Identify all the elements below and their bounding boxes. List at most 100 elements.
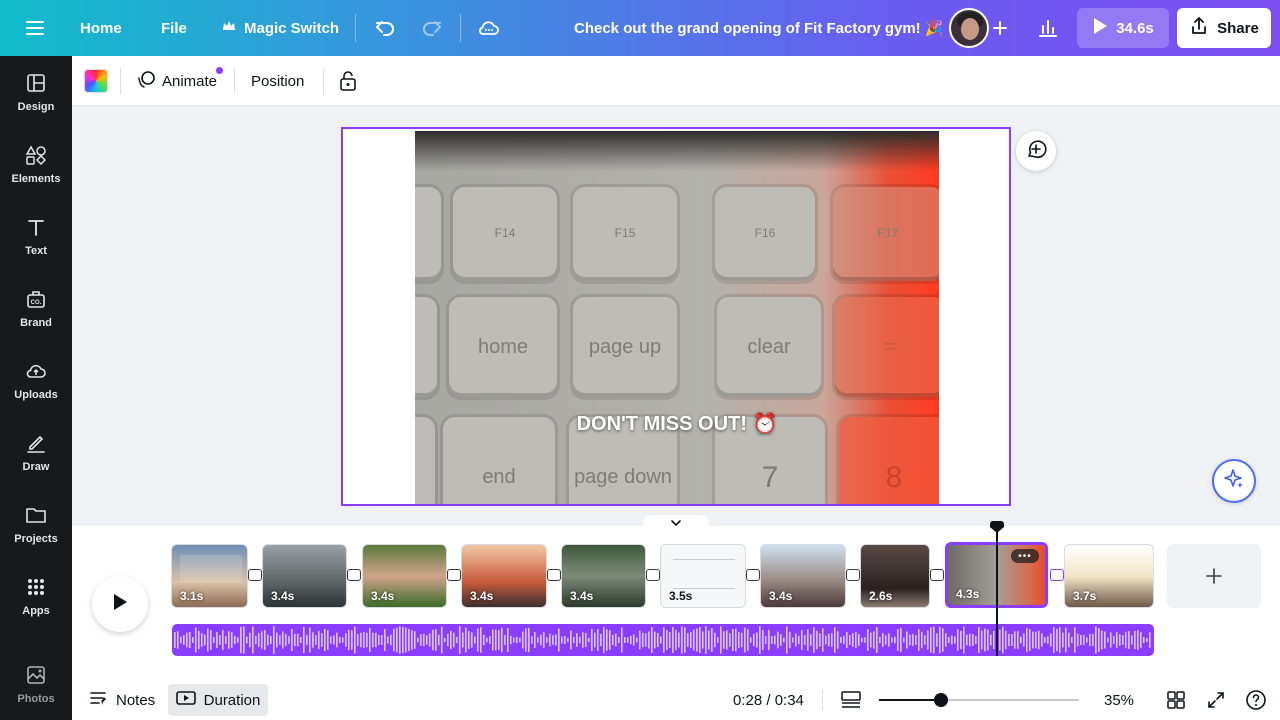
duration-icon <box>175 690 196 710</box>
timeline-clip[interactable]: 3.4s <box>262 544 347 608</box>
animate-button[interactable]: Animate <box>136 56 217 106</box>
timeline-clip[interactable]: 2.6s <box>860 544 930 608</box>
transition-icon[interactable] <box>447 569 461 581</box>
magic-switch-button[interactable]: Magic Switch <box>222 0 339 56</box>
help-icon[interactable] <box>1245 684 1267 716</box>
share-icon <box>1189 16 1209 40</box>
play-icon <box>1092 17 1108 39</box>
transition-icon[interactable] <box>646 569 660 581</box>
duration-label: Duration <box>203 691 261 709</box>
photos-icon <box>25 664 47 689</box>
transition-icon[interactable] <box>347 569 361 581</box>
view-layout-icon[interactable] <box>840 684 862 716</box>
keyboard-key <box>415 297 437 397</box>
design-title[interactable]: Check out the grand opening of Fit Facto… <box>574 0 944 56</box>
file-menu-button[interactable]: File <box>161 0 187 56</box>
sidebar: Design Elements Text CO. Brand Uploads D… <box>0 56 72 720</box>
transition-icon[interactable] <box>746 569 760 581</box>
fullscreen-icon[interactable] <box>1206 684 1226 716</box>
color-picker-button[interactable] <box>84 69 108 93</box>
home-button[interactable]: Home <box>80 0 122 56</box>
present-play-button[interactable]: 34.6s <box>1077 8 1169 48</box>
menu-icon[interactable] <box>24 0 46 56</box>
playback-time: 0:28 / 0:34 <box>733 691 804 709</box>
timeline-clip[interactable]: 3.4s <box>362 544 447 608</box>
transition-icon[interactable] <box>846 569 860 581</box>
keyboard-key-f17: F17 <box>833 187 939 281</box>
clip-duration: 3.7s <box>1073 589 1097 603</box>
timeline-clip[interactable]: 3.4s <box>561 544 646 608</box>
magic-assistant-button[interactable] <box>1212 459 1256 503</box>
notes-button[interactable]: Notes <box>88 684 155 716</box>
collapse-timeline-button[interactable] <box>643 515 709 531</box>
timeline-clip[interactable]: 3.4s <box>760 544 846 608</box>
timeline-clip[interactable]: 3.7s <box>1064 544 1154 608</box>
keyboard-key-f15: F15 <box>573 187 677 281</box>
keyboard-key-equals: = <box>835 297 939 397</box>
keyboard-key-clear: clear <box>717 297 821 397</box>
design-canvas[interactable]: F14 F15 F16 F17 home page up clear = end… <box>341 127 1011 506</box>
transition-icon[interactable] <box>930 569 944 581</box>
transition-icon[interactable] <box>547 569 561 581</box>
transition-icon[interactable] <box>1050 569 1064 581</box>
sidebar-item-text[interactable]: Text <box>0 204 72 268</box>
timeline-clip[interactable]: 3.4s <box>461 544 547 608</box>
sparkle-icon <box>1223 468 1245 495</box>
video-clip-keyboard[interactable]: F14 F15 F16 F17 home page up clear = end… <box>415 131 939 504</box>
sidebar-item-uploads[interactable]: Uploads <box>0 348 72 412</box>
zoom-slider-handle[interactable] <box>934 693 948 707</box>
caption-text[interactable]: DON'T MISS OUT! ⏰ <box>415 411 939 436</box>
chevron-down-icon <box>670 514 682 532</box>
cloud-save-icon[interactable] <box>477 0 501 56</box>
clip-duration: 2.6s <box>869 589 893 603</box>
undo-icon[interactable] <box>373 0 397 56</box>
sidebar-item-draw[interactable]: Draw <box>0 420 72 484</box>
clip-duration: 3.4s <box>769 589 793 603</box>
timeline-clip[interactable]: 3.5s <box>660 544 746 608</box>
play-icon <box>112 593 128 616</box>
add-page-button[interactable] <box>1167 544 1261 608</box>
sidebar-item-label: Projects <box>14 532 58 545</box>
timeline-clip[interactable]: 3.1s <box>171 544 248 608</box>
sidebar-item-brand[interactable]: CO. Brand <box>0 276 72 340</box>
audio-track[interactable] <box>172 624 1154 656</box>
keyboard-key-f14: F14 <box>453 187 557 281</box>
playhead[interactable] <box>996 528 998 656</box>
elements-icon <box>25 144 47 169</box>
share-button[interactable]: Share <box>1177 8 1271 48</box>
more-options-icon[interactable]: ••• <box>1011 549 1039 563</box>
clip-duration: 4.3s <box>956 587 980 601</box>
sidebar-item-apps[interactable]: Apps <box>0 564 72 628</box>
zoom-slider-fill <box>879 699 941 701</box>
comment-icon <box>1025 138 1047 165</box>
sidebar-item-label: Uploads <box>14 388 58 401</box>
sidebar-item-elements[interactable]: Elements <box>0 132 72 196</box>
zoom-percentage[interactable]: 35% <box>1104 684 1134 716</box>
clip-duration: 3.4s <box>570 589 594 603</box>
clip-duration: 3.5s <box>669 589 693 603</box>
position-button[interactable]: Position <box>251 56 304 106</box>
sidebar-item-design[interactable]: Design <box>0 60 72 124</box>
plus-icon <box>1205 561 1223 592</box>
apps-icon <box>25 576 47 601</box>
clip-duration: 3.4s <box>371 589 395 603</box>
sidebar-item-projects[interactable]: Projects <box>0 492 72 556</box>
divider <box>460 14 461 42</box>
duration-button[interactable]: Duration <box>168 684 268 716</box>
sidebar-item-photos[interactable]: Photos <box>0 652 72 716</box>
magic-switch-label: Magic Switch <box>244 19 340 37</box>
keyboard-key-page-up: page up <box>573 297 677 397</box>
insights-icon[interactable] <box>1037 0 1059 56</box>
lock-icon[interactable] <box>338 56 358 106</box>
grid-view-icon[interactable] <box>1166 684 1186 716</box>
draw-icon <box>25 432 47 457</box>
sidebar-item-label: Text <box>25 244 47 257</box>
redo-icon[interactable] <box>420 0 444 56</box>
timeline-play-button[interactable] <box>92 576 148 632</box>
transition-icon[interactable] <box>248 569 262 581</box>
sidebar-item-label: Photos <box>17 692 55 705</box>
add-collaborator-icon[interactable] <box>990 0 1010 56</box>
brand-icon: CO. <box>25 288 47 313</box>
add-comment-button[interactable] <box>1016 131 1056 171</box>
avatar[interactable] <box>949 8 989 48</box>
